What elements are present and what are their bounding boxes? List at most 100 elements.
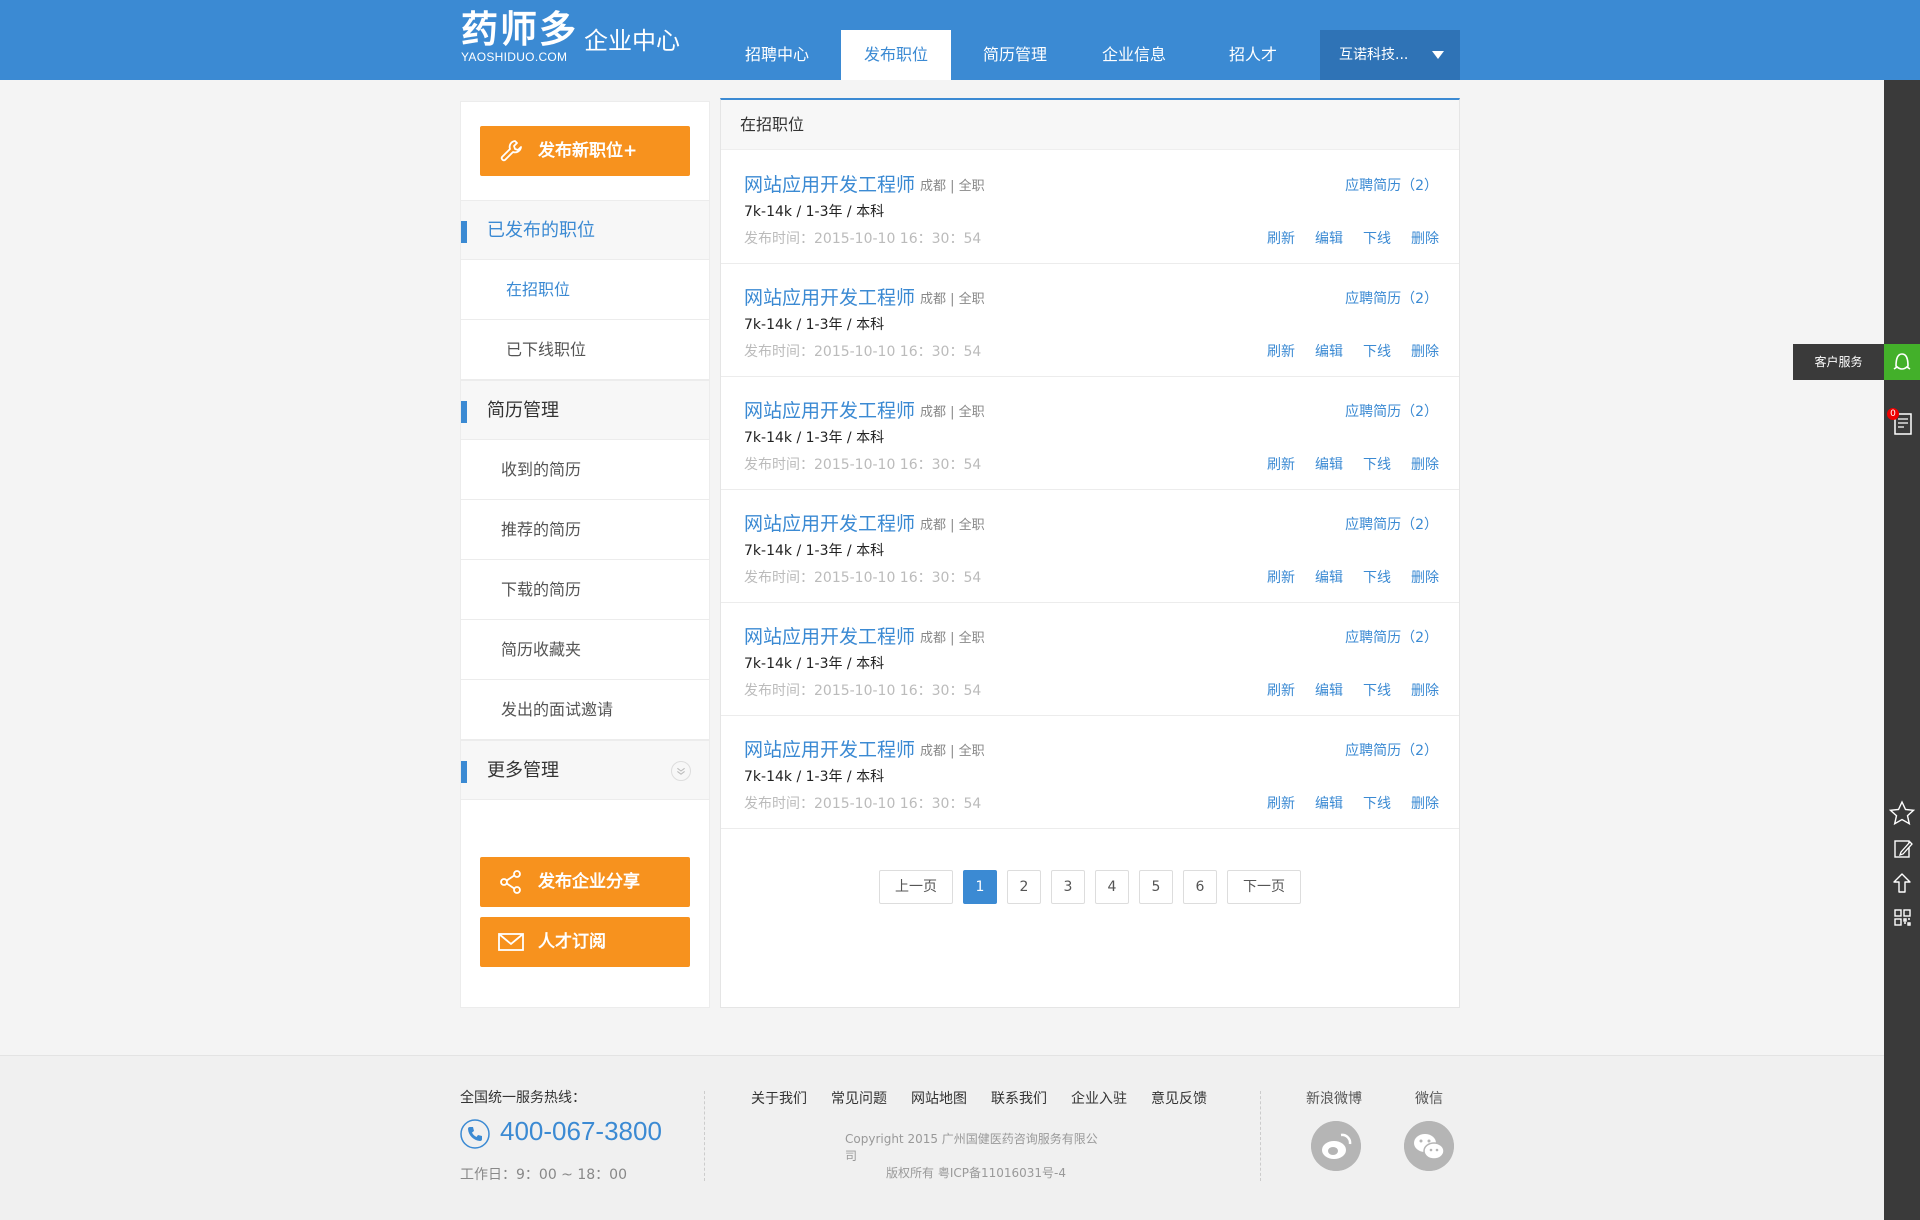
offline-job-button[interactable]: 下线 [1363, 228, 1391, 248]
page-6-button[interactable]: 6 [1183, 870, 1217, 904]
envelope-icon [498, 933, 524, 951]
delete-job-button[interactable]: 删除 [1411, 567, 1439, 587]
sidebar-item-active-jobs[interactable]: 在招职位 [461, 260, 709, 320]
qrcode-icon[interactable] [1884, 902, 1920, 934]
post-company-share-button[interactable]: 发布企业分享 [480, 857, 690, 907]
sidebar-group-title: 更多管理 [487, 760, 559, 781]
job-applications-link[interactable]: 应聘简历（2） [1345, 627, 1438, 647]
work-hours: 工作日：9：00 ~ 18：00 [460, 1167, 627, 1183]
page-1-button[interactable]: 1 [963, 870, 997, 904]
footer-link-sitemap[interactable]: 网站地图 [911, 1088, 967, 1108]
nav-post-job[interactable]: 发布职位 [841, 30, 951, 80]
post-new-job-button[interactable]: 发布新职位+ [480, 126, 690, 176]
sidebar-group-published-jobs[interactable]: 已发布的职位 [461, 200, 709, 260]
sidebar-item-received-resumes[interactable]: 收到的简历 [461, 440, 709, 500]
nav-resume-management[interactable]: 简历管理 [960, 30, 1070, 80]
delete-job-button[interactable]: 删除 [1411, 228, 1439, 248]
job-row: 网站应用开发工程师 成都 | 全职 应聘简历（2） 7k-14k / 1-3年 / 本… [721, 377, 1459, 490]
delete-job-button[interactable]: 删除 [1411, 793, 1439, 813]
page-4-button[interactable]: 4 [1095, 870, 1129, 904]
arrow-up-icon[interactable] [1884, 868, 1920, 900]
star-icon[interactable] [1884, 797, 1920, 829]
job-applications-link[interactable]: 应聘简历（2） [1345, 740, 1438, 760]
customer-service-tab[interactable]: 客户服务 [1793, 344, 1884, 380]
job-title-link[interactable]: 网站应用开发工程师 [744, 170, 915, 197]
sidebar-item-recommended-resumes[interactable]: 推荐的简历 [461, 500, 709, 560]
group-indicator [461, 761, 467, 783]
weibo-label: 新浪微博 [1306, 1091, 1362, 1107]
sidebar-group-resume-management[interactable]: 简历管理 [461, 380, 709, 440]
edit-job-button[interactable]: 编辑 [1315, 793, 1343, 813]
nav-recruit-center[interactable]: 招聘中心 [722, 30, 832, 80]
job-title-link[interactable]: 网站应用开发工程师 [744, 396, 915, 423]
prev-page-button[interactable]: 上一页 [879, 870, 953, 904]
job-location-type: 成都 | 全职 [920, 292, 985, 307]
delete-job-button[interactable]: 删除 [1411, 341, 1439, 361]
job-publish-time: 发布时间：2015-10-10 16：30：54 [744, 570, 982, 586]
job-applications-link[interactable]: 应聘简历（2） [1345, 401, 1438, 421]
company-dropdown[interactable]: 互诺科技... [1320, 30, 1460, 80]
job-title-link[interactable]: 网站应用开发工程师 [744, 622, 915, 649]
icp-record: 版权所有 粤ICP备11016031号-4 [886, 1166, 1067, 1180]
sidebar-group-more-management[interactable]: 更多管理 [461, 740, 709, 800]
job-title-link[interactable]: 网站应用开发工程师 [744, 735, 915, 762]
site-logo[interactable]: 药师多 YAOSHIDUO.COM [461, 8, 578, 64]
offline-job-button[interactable]: 下线 [1363, 793, 1391, 813]
page-5-button[interactable]: 5 [1139, 870, 1173, 904]
talent-subscription-button[interactable]: 人才订阅 [480, 917, 690, 967]
refresh-job-button[interactable]: 刷新 [1267, 341, 1295, 361]
offline-job-button[interactable]: 下线 [1363, 454, 1391, 474]
wechat-icon[interactable] [1404, 1121, 1454, 1171]
offline-job-button[interactable]: 下线 [1363, 341, 1391, 361]
edit-job-button[interactable]: 编辑 [1315, 228, 1343, 248]
refresh-job-button[interactable]: 刷新 [1267, 793, 1295, 813]
footer-link-about[interactable]: 关于我们 [751, 1088, 807, 1108]
footer-link-join[interactable]: 企业入驻 [1071, 1088, 1127, 1108]
edit-job-button[interactable]: 编辑 [1315, 680, 1343, 700]
job-row: 网站应用开发工程师 成都 | 全职 应聘简历（2） 7k-14k / 1-3年 / 本… [721, 603, 1459, 716]
delete-job-button[interactable]: 删除 [1411, 454, 1439, 474]
edit-icon[interactable] [1884, 833, 1920, 865]
edit-job-button[interactable]: 编辑 [1315, 454, 1343, 474]
job-applications-link[interactable]: 应聘简历（2） [1345, 514, 1438, 534]
sidebar: 发布新职位+ 已发布的职位 在招职位 已下线职位 简历管理 收到的简历 推荐的简… [460, 101, 710, 1008]
refresh-job-button[interactable]: 刷新 [1267, 454, 1295, 474]
job-requirements: 7k-14k / 1-3年 / 本科 [744, 317, 885, 333]
refresh-job-button[interactable]: 刷新 [1267, 228, 1295, 248]
page-3-button[interactable]: 3 [1051, 870, 1085, 904]
sidebar-item-downloaded-resumes[interactable]: 下载的简历 [461, 560, 709, 620]
refresh-job-button[interactable]: 刷新 [1267, 567, 1295, 587]
offline-job-button[interactable]: 下线 [1363, 680, 1391, 700]
sidebar-item-resume-favorites[interactable]: 简历收藏夹 [461, 620, 709, 680]
double-chevron-down-icon[interactable] [671, 761, 691, 781]
edit-job-button[interactable]: 编辑 [1315, 341, 1343, 361]
job-title-link[interactable]: 网站应用开发工程师 [744, 509, 915, 536]
job-requirements: 7k-14k / 1-3年 / 本科 [744, 769, 885, 785]
refresh-job-button[interactable]: 刷新 [1267, 680, 1295, 700]
job-requirements: 7k-14k / 1-3年 / 本科 [744, 656, 885, 672]
nav-company-info[interactable]: 企业信息 [1079, 30, 1189, 80]
sidebar-item-interview-invitations[interactable]: 发出的面试邀请 [461, 680, 709, 740]
footer-link-faq[interactable]: 常见问题 [831, 1088, 887, 1108]
weibo-icon[interactable] [1311, 1121, 1361, 1171]
enterprise-center-title: 企业中心 [584, 27, 680, 55]
talent-subscription-label: 人才订阅 [538, 932, 606, 952]
edit-job-button[interactable]: 编辑 [1315, 567, 1343, 587]
page-2-button[interactable]: 2 [1007, 870, 1041, 904]
offline-job-button[interactable]: 下线 [1363, 567, 1391, 587]
job-requirements: 7k-14k / 1-3年 / 本科 [744, 543, 885, 559]
copyright: Copyright 2015 广州国健医药咨询服务有限公司 [845, 1132, 1098, 1163]
post-new-job-label: 发布新职位+ [538, 141, 638, 161]
job-applications-link[interactable]: 应聘简历（2） [1345, 175, 1438, 195]
job-title-link[interactable]: 网站应用开发工程师 [744, 283, 915, 310]
footer-link-contact[interactable]: 联系我们 [991, 1088, 1047, 1108]
next-page-button[interactable]: 下一页 [1227, 870, 1301, 904]
job-row: 网站应用开发工程师 成都 | 全职 应聘简历（2） 7k-14k / 1-3年 / 本… [721, 716, 1459, 829]
delete-job-button[interactable]: 删除 [1411, 680, 1439, 700]
nav-find-talent[interactable]: 招人才 [1198, 30, 1308, 80]
qq-icon[interactable] [1884, 344, 1920, 380]
footer-link-feedback[interactable]: 意见反馈 [1151, 1088, 1207, 1108]
sidebar-item-offline-jobs[interactable]: 已下线职位 [461, 320, 709, 380]
job-applications-link[interactable]: 应聘简历（2） [1345, 288, 1438, 308]
wechat-label: 微信 [1415, 1091, 1443, 1107]
